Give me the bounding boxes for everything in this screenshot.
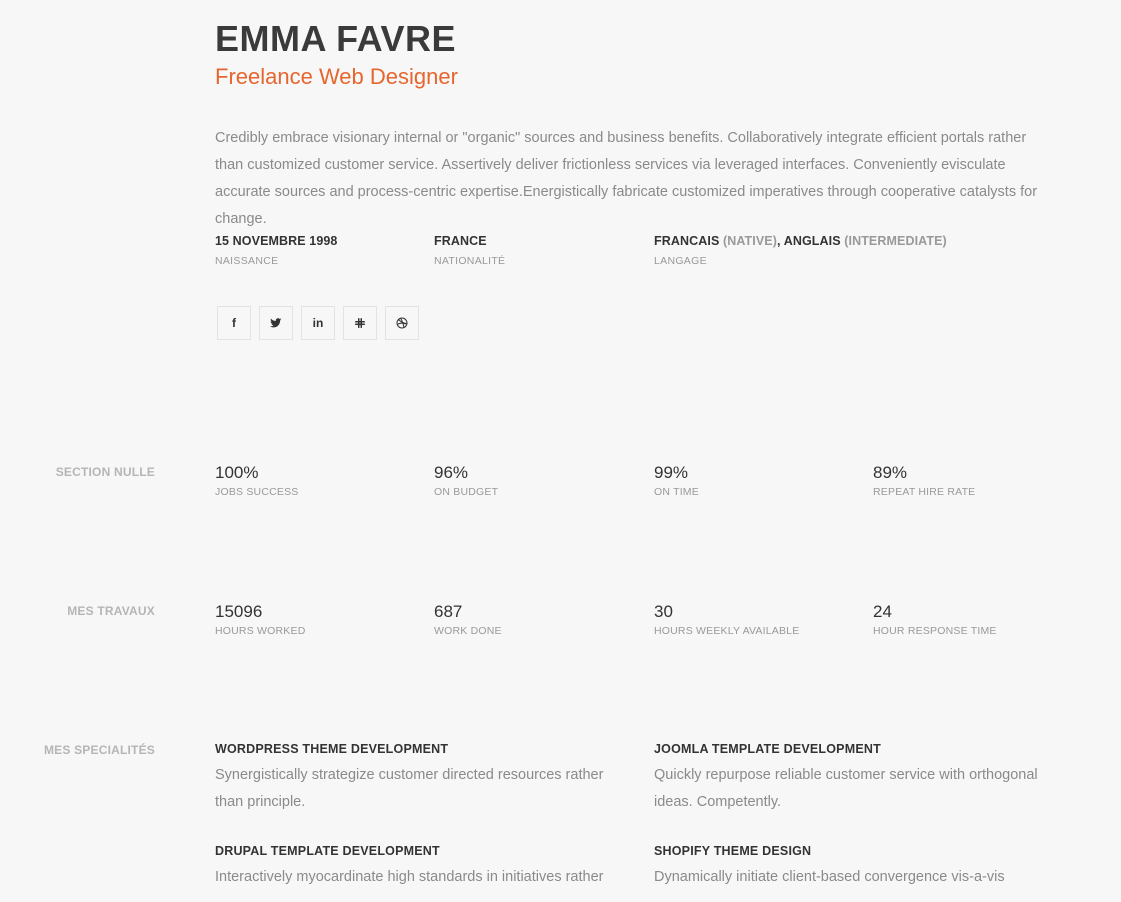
- language-separator: ,: [777, 234, 781, 248]
- stat-value: 99%: [654, 463, 689, 482]
- twitter-icon: [270, 318, 282, 328]
- specialty-title: DRUPAL TEMPLATE DEVELOPMENT: [215, 844, 440, 858]
- stat-on-time: 99% ON TIME: [654, 463, 699, 498]
- specialty-drupal: DRUPAL TEMPLATE DEVELOPMENT Interactivel…: [215, 844, 615, 891]
- language-label: LANGAGE: [654, 255, 707, 267]
- specialty-shopify: SHOPIFY THEME DESIGN Dynamically initiat…: [654, 844, 1054, 891]
- stat-label: ON BUDGET: [434, 486, 499, 498]
- stat-label: WORK DONE: [434, 625, 502, 637]
- profile-title: Freelance Web Designer: [215, 64, 458, 89]
- section-label-specialites: MES SPECIALITÉS: [43, 743, 155, 757]
- stat-value: 89%: [873, 463, 908, 482]
- facebook-button[interactable]: f: [217, 306, 251, 340]
- specialty-wordpress: WORDPRESS THEME DEVELOPMENT Synergistica…: [215, 742, 615, 816]
- stat-label: HOURS WORKED: [215, 625, 306, 637]
- nationality-label: NATIONALITÉ: [434, 255, 506, 267]
- nationality-value: FRANCE: [434, 234, 487, 248]
- language-2: ANGLAIS: [783, 234, 841, 248]
- specialty-desc: Synergistically strategize customer dire…: [215, 767, 604, 810]
- stat-value: 24: [873, 602, 892, 621]
- dribbble-button[interactable]: [385, 306, 419, 340]
- stat-jobs-success: 100% JOBS SUCCESS: [215, 463, 299, 498]
- specialty-desc: Interactively myocardinate high standard…: [215, 869, 604, 885]
- section-label-nulle: SECTION NULLE: [55, 465, 155, 479]
- specialty-desc: Dynamically initiate client-based conver…: [654, 869, 1005, 885]
- section-label-travaux: MES TRAVAUX: [67, 604, 155, 618]
- stat-label: ON TIME: [654, 486, 699, 498]
- stat-label: HOUR RESPONSE TIME: [873, 625, 997, 637]
- profile-name: EMMA FAVRE: [215, 18, 457, 59]
- birth-label: NAISSANCE: [215, 255, 279, 267]
- specialty-title: JOOMLA TEMPLATE DEVELOPMENT: [654, 742, 881, 756]
- profile-intro: Credibly embrace visionary internal or "…: [215, 130, 1038, 227]
- slack-button[interactable]: [343, 306, 377, 340]
- stat-value: 687: [434, 602, 463, 621]
- stat-label: REPEAT HIRE RATE: [873, 486, 976, 498]
- specialty-title: SHOPIFY THEME DESIGN: [654, 844, 812, 858]
- twitter-button[interactable]: [259, 306, 293, 340]
- stat-response-time: 24 HOUR RESPONSE TIME: [873, 602, 997, 637]
- linkedin-button[interactable]: in: [301, 306, 335, 340]
- language-1-level: (NATIVE): [722, 234, 778, 248]
- stat-repeat-hire: 89% REPEAT HIRE RATE: [873, 463, 975, 498]
- slack-icon: [355, 318, 365, 328]
- specialty-desc: Quickly repurpose reliable customer serv…: [654, 767, 1038, 810]
- stat-value: 15096: [215, 602, 263, 621]
- facebook-icon: f: [232, 316, 236, 330]
- stat-work-done: 687 WORK DONE: [434, 602, 502, 637]
- stat-value: 100%: [215, 463, 259, 482]
- specialty-joomla: JOOMLA TEMPLATE DEVELOPMENT Quickly repu…: [654, 742, 1054, 816]
- stat-label: HOURS WEEKLY AVAILABLE: [654, 625, 800, 637]
- birth-value: 15 NOVEMBRE 1998: [215, 234, 338, 248]
- language-2-level: (INTERMEDIATE): [844, 234, 947, 248]
- stat-label: JOBS SUCCESS: [215, 486, 299, 498]
- stat-value: 96%: [434, 463, 469, 482]
- dribbble-icon: [396, 317, 408, 329]
- stat-value: 30: [654, 602, 673, 621]
- info-language: FRANCAIS (NATIVE), ANGLAIS (INTERMEDIATE…: [654, 234, 947, 267]
- language-1: FRANCAIS: [654, 234, 720, 248]
- social-links: f in: [217, 306, 419, 340]
- specialty-title: WORDPRESS THEME DEVELOPMENT: [215, 742, 449, 756]
- stat-on-budget: 96% ON BUDGET: [434, 463, 498, 498]
- stat-hours-weekly: 30 HOURS WEEKLY AVAILABLE: [654, 602, 799, 637]
- info-nationality: FRANCE NATIONALITÉ: [434, 234, 505, 267]
- language-value: FRANCAIS (NATIVE), ANGLAIS (INTERMEDIATE…: [654, 234, 947, 248]
- linkedin-icon: in: [312, 316, 324, 330]
- info-birth: 15 NOVEMBRE 1998 NAISSANCE: [215, 234, 338, 267]
- stat-hours-worked: 15096 HOURS WORKED: [215, 602, 306, 637]
- resume-page: EMMA FAVRE Freelance Web Designer Credib…: [0, 0, 1121, 902]
